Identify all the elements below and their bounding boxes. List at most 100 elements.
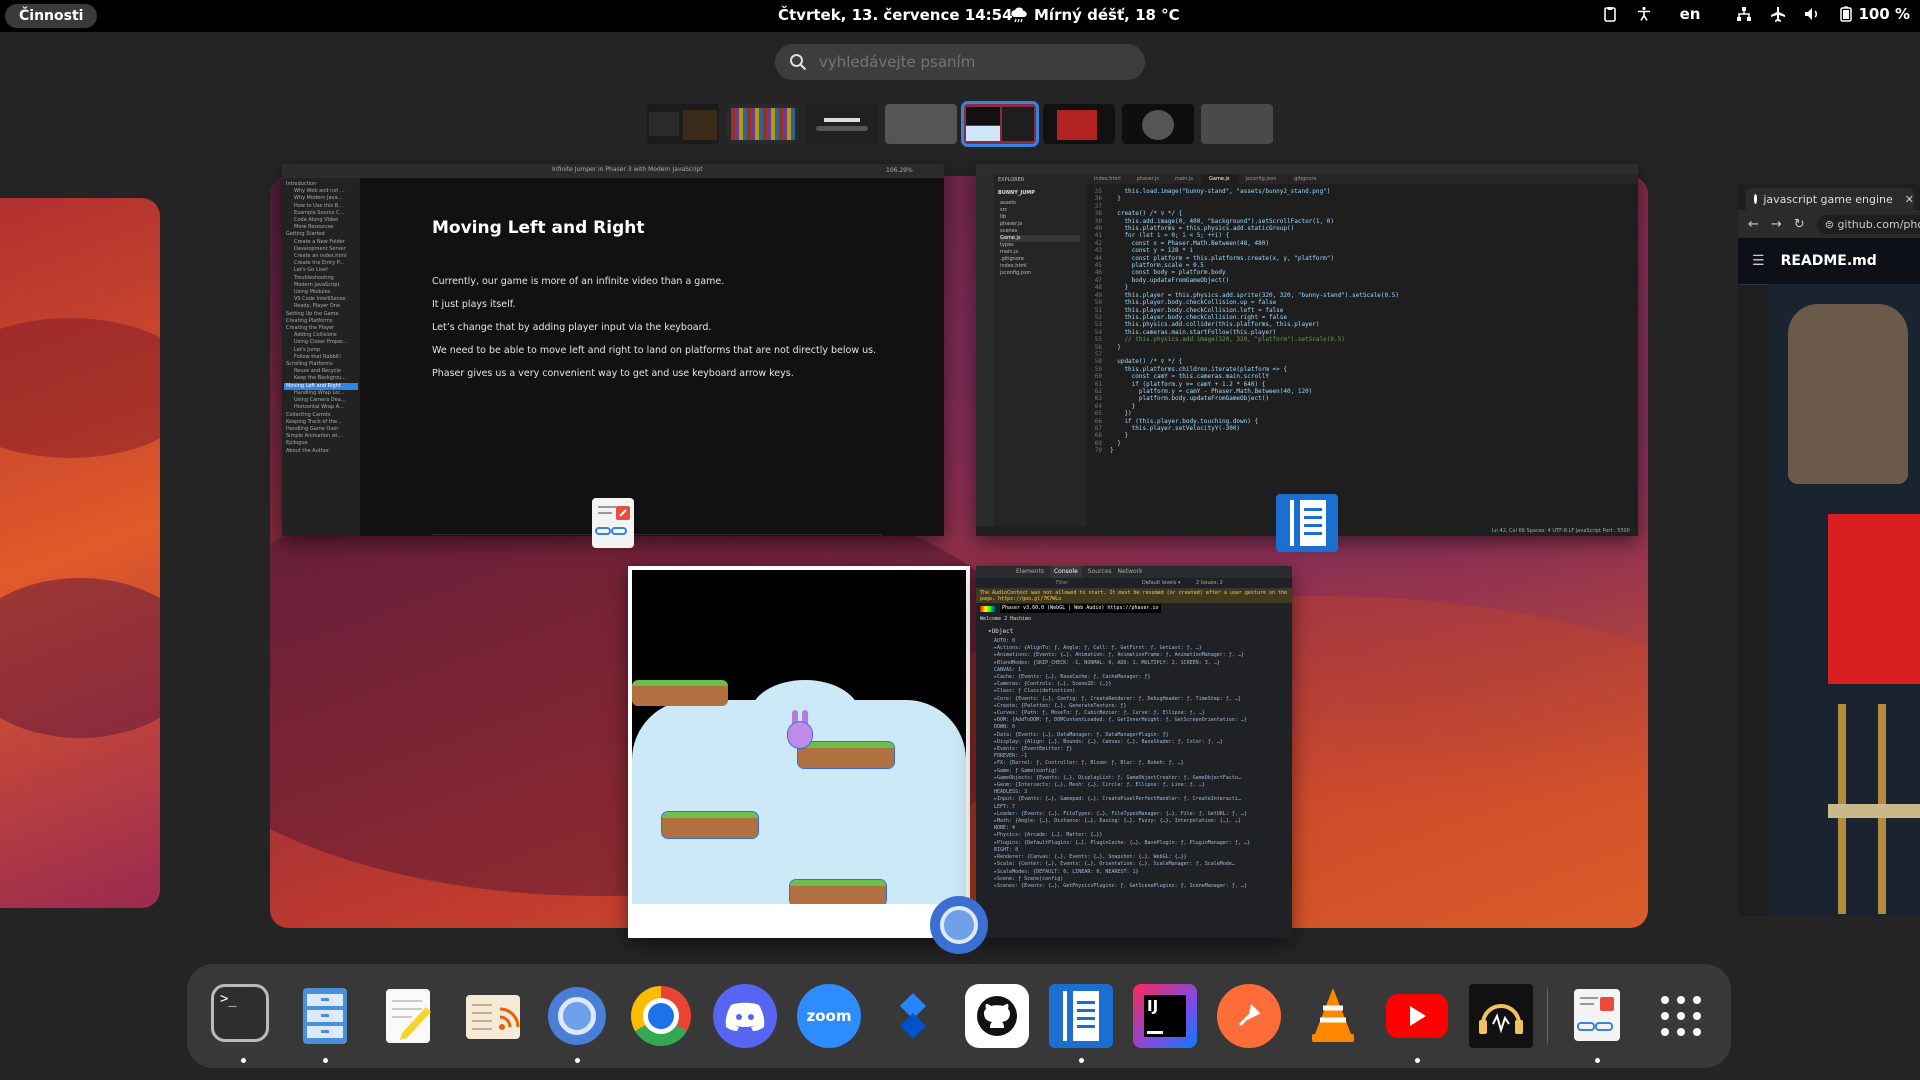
toc-item[interactable]: Create the Entry P... bbox=[284, 260, 358, 267]
console-entry[interactable]: ▸Display: {Align: {…}, Bounds: {…}, Canv… bbox=[994, 739, 1274, 746]
console-object[interactable]: ▾Object bbox=[976, 625, 1292, 638]
airplane-mode-icon[interactable] bbox=[1770, 6, 1786, 22]
console-entry[interactable]: ▸Game: ƒ Game(config) bbox=[994, 768, 1274, 775]
toc-item[interactable]: Why Web and not ... bbox=[284, 188, 358, 195]
toc-item[interactable]: Creating the Player bbox=[284, 325, 358, 332]
toc-item[interactable]: Creating Platforms bbox=[284, 318, 358, 325]
files-icon[interactable] bbox=[293, 984, 357, 1048]
editor-tab[interactable]: index.html bbox=[1086, 174, 1129, 184]
explorer-file[interactable]: lib bbox=[1000, 214, 1080, 221]
console-entry[interactable]: ▸ScaleModes: {DEFAULT: 0, LINEAR: 0, NEA… bbox=[994, 869, 1274, 876]
url-bar[interactable]: ⊜ github.com/photon bbox=[1816, 214, 1920, 234]
toc-item[interactable]: Development Server bbox=[284, 246, 358, 253]
toc-item[interactable]: Create a New Folder bbox=[284, 239, 358, 246]
vlc-icon[interactable] bbox=[1301, 984, 1365, 1048]
console-entry[interactable]: ▸Animations: {Events: {…}, Animation: ƒ,… bbox=[994, 652, 1274, 659]
postman-icon[interactable] bbox=[1217, 984, 1281, 1048]
game-browser-window[interactable] bbox=[628, 566, 970, 938]
toc-item[interactable]: Create an index.html bbox=[284, 253, 358, 260]
console-entry[interactable]: ▸Scene: ƒ Scene(config) bbox=[994, 876, 1274, 883]
jira-icon[interactable] bbox=[881, 984, 945, 1048]
console-entry[interactable]: ▸Math: {Angle: {…}, Distance: {…}, Easin… bbox=[994, 818, 1274, 825]
workspace-thumb-3[interactable] bbox=[806, 104, 878, 144]
toc-item[interactable]: Collecting Carrots bbox=[284, 412, 358, 419]
console-entry[interactable]: ▸Events: {EventEmitter: ƒ} bbox=[994, 746, 1274, 753]
console-entry[interactable]: ▸Scenes: {Events: {…}, GetPhysicsPlugins… bbox=[994, 883, 1274, 890]
toc-item[interactable]: Using Closer Proper... bbox=[284, 339, 358, 346]
editor-tab[interactable]: jsconfig.json bbox=[1238, 174, 1285, 184]
workspace-thumb-4[interactable] bbox=[885, 104, 957, 144]
console-entry[interactable]: RIGHT: 8 bbox=[994, 847, 1274, 854]
toc-item[interactable]: Handling Wrap Ler... bbox=[284, 390, 358, 397]
toc-item[interactable]: How to Use this B... bbox=[284, 203, 358, 210]
clock[interactable]: Čtvrtek, 13. července 14:54 bbox=[778, 6, 1013, 24]
console-entry[interactable]: ▸Cache: {Events: {…}, BaseCache: ƒ, Cach… bbox=[994, 674, 1274, 681]
toc-item[interactable]: Keeping Track of the... bbox=[284, 419, 358, 426]
browser-tab[interactable]: javascript game engine ✕ bbox=[1746, 188, 1914, 210]
document-viewer-icon[interactable] bbox=[1049, 984, 1113, 1048]
editor-tab[interactable]: main.js bbox=[1167, 174, 1201, 184]
console-entry[interactable]: ▸Geom: {Intersects: {…}, Mesh: {…}, Circ… bbox=[994, 782, 1274, 789]
console-entry[interactable]: ▸Loader: {Events: {…}, FileTypes: {…}, F… bbox=[994, 811, 1274, 818]
devtools-tab[interactable]: Elements bbox=[1016, 566, 1044, 578]
zoom-icon[interactable]: zoom bbox=[797, 984, 861, 1048]
back-icon[interactable]: ← bbox=[1748, 217, 1759, 232]
workspace-thumb-2[interactable] bbox=[727, 104, 799, 144]
text-editor-icon[interactable] bbox=[377, 984, 441, 1048]
volume-icon[interactable] bbox=[1804, 6, 1820, 22]
discord-icon[interactable] bbox=[713, 984, 777, 1048]
console-entry[interactable]: ▸Core: {Events: {…}, Config: ƒ, CreateRe… bbox=[994, 696, 1274, 703]
network-wired-icon[interactable] bbox=[1736, 6, 1752, 22]
toc-item[interactable]: About the Author bbox=[284, 448, 358, 455]
editor-tab[interactable]: .gitignore bbox=[1285, 174, 1325, 184]
toc-item[interactable]: Using Modules bbox=[284, 289, 358, 296]
github-icon[interactable] bbox=[965, 984, 1029, 1048]
console-entry[interactable]: HEADLESS: 3 bbox=[994, 789, 1274, 796]
workspace-thumb-1[interactable] bbox=[647, 104, 719, 144]
toc-item[interactable]: Handling Game Over bbox=[284, 426, 358, 433]
toc-item[interactable]: Follow that Rabbit! bbox=[284, 354, 358, 361]
console-entry[interactable]: ▸GameObjects: {Events: {…}, DisplayList:… bbox=[994, 775, 1274, 782]
editor-tab[interactable]: phaser.js bbox=[1129, 174, 1167, 184]
console-entry[interactable]: ▸Cameras: {Controls: {…}, Scene2D: {…}} bbox=[994, 681, 1274, 688]
toc-item[interactable]: Let's Go Live! bbox=[284, 267, 358, 274]
workspace-thumb-6[interactable] bbox=[1043, 104, 1115, 144]
editor-tab[interactable]: Game.js bbox=[1201, 174, 1238, 184]
devtools-window[interactable]: Elements Console Sources Network Filter Def… bbox=[976, 566, 1292, 938]
toc-item[interactable]: Epilogue bbox=[284, 440, 358, 447]
devtools-tab[interactable]: Network bbox=[1118, 566, 1143, 578]
workspace-thumb-5[interactable] bbox=[961, 101, 1039, 147]
toc-item[interactable]: Simple Animation wi... bbox=[284, 433, 358, 440]
explorer-file[interactable]: index.html bbox=[1000, 263, 1080, 270]
toc-item[interactable]: VS Code IntelliSense bbox=[284, 296, 358, 303]
explorer-file[interactable]: main.js bbox=[1000, 249, 1080, 256]
youtube-icon[interactable] bbox=[1385, 984, 1449, 1048]
workspace-thumb-8[interactable] bbox=[1201, 104, 1273, 144]
podcast-icon[interactable] bbox=[1469, 984, 1533, 1048]
console-entry[interactable]: ▸Data: {Events: {…}, DataManager: ƒ, Dat… bbox=[994, 732, 1274, 739]
next-workspace-browser[interactable]: javascript game engine ✕ ← → ↻ ⊜ github.… bbox=[1738, 184, 1920, 916]
toc-item[interactable]: Modern JavaScript bbox=[284, 282, 358, 289]
forward-icon[interactable]: → bbox=[1771, 217, 1782, 232]
devtools-tab[interactable]: Sources bbox=[1088, 566, 1112, 578]
toc-item[interactable]: Introduction bbox=[284, 181, 358, 188]
console-entry[interactable]: AUTO: 0 bbox=[994, 638, 1274, 645]
explorer-file[interactable]: Game.js bbox=[1000, 235, 1080, 242]
console-entry[interactable]: ▸BlendModes: {SKIP_CHECK: -1, NORMAL: 0,… bbox=[994, 660, 1274, 667]
toc-item[interactable]: Using Camera Dea... bbox=[284, 397, 358, 404]
explorer-file[interactable]: phaser.js bbox=[1000, 221, 1080, 228]
zoom-level[interactable]: 106.29% bbox=[886, 166, 913, 175]
accessibility-icon[interactable] bbox=[1636, 6, 1652, 22]
chrome-icon[interactable] bbox=[629, 984, 693, 1048]
clipboard-icon[interactable] bbox=[1602, 6, 1618, 22]
toc-item[interactable]: Scrolling Platforms bbox=[284, 361, 358, 368]
overview-search[interactable] bbox=[775, 44, 1145, 80]
explorer-file[interactable]: jsconfig.json bbox=[1000, 270, 1080, 277]
console-entry[interactable]: ▸Create: {Palettes: {…}, GenerateTexture… bbox=[994, 703, 1274, 710]
console-entry[interactable]: NONE: 4 bbox=[994, 825, 1274, 832]
chromium-icon[interactable] bbox=[545, 984, 609, 1048]
book-reader-window[interactable]: Infinite Jumper in Phaser 3 with Modern … bbox=[282, 164, 944, 536]
explorer-file[interactable]: assets bbox=[1000, 200, 1080, 207]
console-entry[interactable]: ▸Renderer: {Canvas: {…}, Events: {…}, Sn… bbox=[994, 854, 1274, 861]
console-entry[interactable]: ▸Class: ƒ Class(definition) bbox=[994, 688, 1274, 695]
